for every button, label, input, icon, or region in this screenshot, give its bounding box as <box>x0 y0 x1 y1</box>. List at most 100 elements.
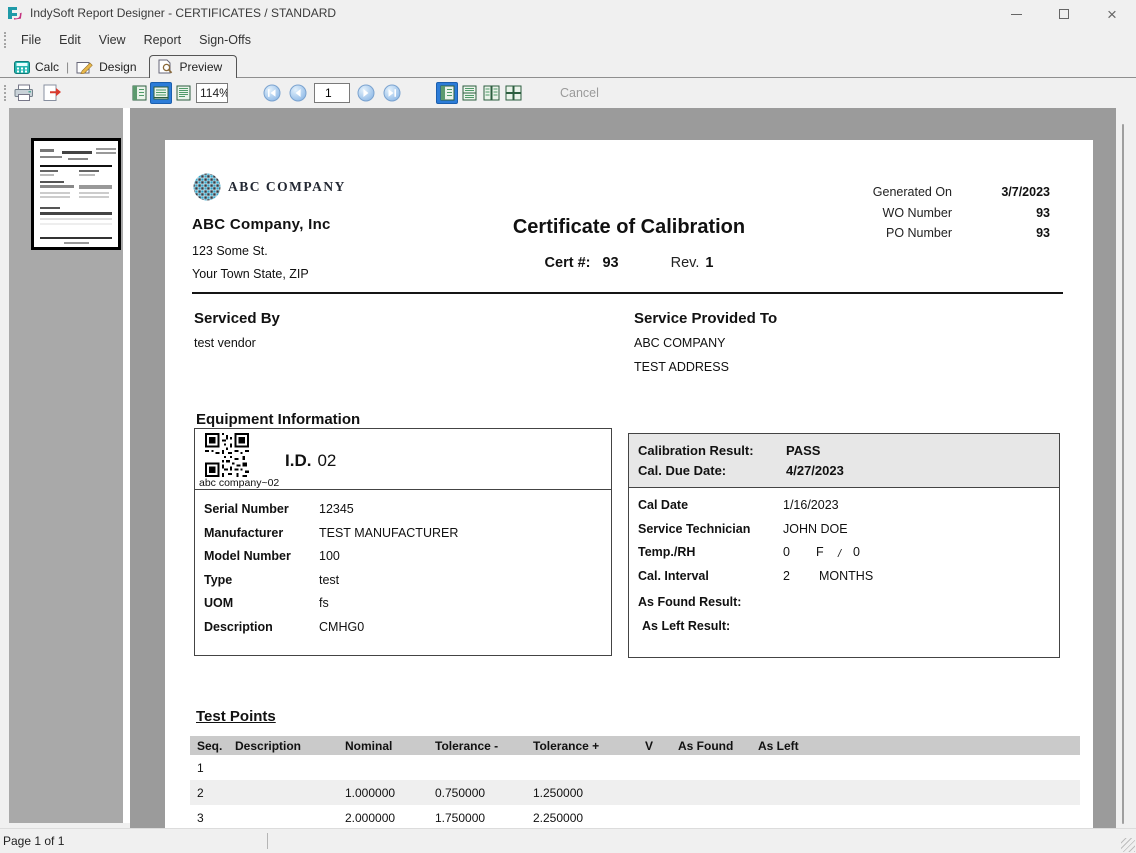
cancel-button[interactable]: Cancel <box>560 86 599 100</box>
statusbar-divider <box>267 833 268 849</box>
menu-grip[interactable] <box>3 32 6 48</box>
tab-preview[interactable]: Preview <box>149 55 238 78</box>
preview-toolbar: 114% Cancel <box>0 78 1136 108</box>
thumbnail-content <box>64 242 89 244</box>
calibration-field-row: As Left Result: <box>638 615 1059 639</box>
layout-multiple-pages-button[interactable] <box>502 82 524 104</box>
calibration-box: Calibration Result:PASS Cal. Due Date:4/… <box>628 433 1060 658</box>
id-label: I.D. <box>285 451 311 470</box>
field-label: Model Number <box>204 545 319 569</box>
rev-label: Rev. <box>671 255 700 271</box>
cell-seq: 2 <box>190 786 235 800</box>
calibration-field-row: Service TechnicianJOHN DOE <box>638 518 1059 542</box>
vertical-scrollbar-thumb[interactable] <box>1122 124 1124 824</box>
prev-page-button[interactable] <box>286 81 310 105</box>
menu-sign-offs[interactable]: Sign-Offs <box>190 33 260 47</box>
meta-row: WO Number93 <box>873 203 1050 224</box>
po-number-value: 93 <box>952 223 1050 244</box>
menu-file[interactable]: File <box>12 33 50 47</box>
zoom-percent-field[interactable]: 114% <box>196 83 228 103</box>
calibration-field-row: Cal. Interval2MONTHS <box>638 565 1059 589</box>
layout-facing-pages-icon <box>483 85 500 101</box>
resize-grip[interactable] <box>1121 838 1135 852</box>
field-value: 12345 <box>319 498 354 522</box>
calibration-result-value: PASS <box>786 441 820 461</box>
as-found-result-label: As Found Result: <box>638 591 783 615</box>
thumbnail-content <box>40 181 64 183</box>
equipment-field-row: UOMfs <box>204 592 611 616</box>
generated-on-value: 3/7/2023 <box>952 182 1050 203</box>
field-value: CMHG0 <box>319 616 364 640</box>
page-number-input[interactable] <box>314 83 350 103</box>
print-button[interactable] <box>12 81 36 105</box>
vertical-scrollbar[interactable] <box>1116 108 1136 828</box>
menu-view[interactable]: View <box>90 33 135 47</box>
thumbnail-content <box>40 174 54 176</box>
header-rule <box>192 292 1063 294</box>
menu-report[interactable]: Report <box>135 33 191 47</box>
menu-edit[interactable]: Edit <box>50 33 90 47</box>
calibration-field-row: As Found Result: <box>638 591 1059 615</box>
cell-tolerance-plus: 1.250000 <box>533 786 645 800</box>
page-thumbnail[interactable] <box>31 138 121 250</box>
calibration-result-header: Calibration Result:PASS Cal. Due Date:4/… <box>629 434 1059 488</box>
preview-main-area: ABC COMPANY ABC Company, Inc 123 Some St… <box>0 108 1136 828</box>
cell-tolerance-plus: 2.250000 <box>533 811 645 825</box>
interval-value: 2 <box>783 565 819 589</box>
thumbnail-content <box>40 223 112 225</box>
thumbnail-scrollbar[interactable] <box>123 108 130 823</box>
tab-design-label: Design <box>99 60 136 74</box>
field-value: TEST MANUFACTURER <box>319 522 458 546</box>
maximize-button[interactable] <box>1040 0 1088 28</box>
calculator-icon <box>14 61 30 74</box>
zoom-text-width-button[interactable] <box>172 82 194 104</box>
thumbnail-content <box>40 207 60 209</box>
close-button[interactable]: × <box>1088 0 1136 28</box>
status-bar: Page 1 of 1 <box>0 828 1136 853</box>
cell-seq: 3 <box>190 811 235 825</box>
col-tolerance-minus: Tolerance - <box>435 739 533 753</box>
service-provided-to-line2: TEST ADDRESS <box>634 360 777 375</box>
next-page-button[interactable] <box>354 81 378 105</box>
wo-number-label: WO Number <box>883 203 952 224</box>
thumbnail-content <box>40 196 70 198</box>
cert-number-value: 93 <box>602 255 618 271</box>
last-page-button[interactable] <box>380 81 404 105</box>
zoom-whole-page-button[interactable] <box>128 82 150 104</box>
field-label: Service Technician <box>638 518 783 542</box>
test-points-header-row: Seq. Description Nominal Tolerance - Tol… <box>190 736 1080 755</box>
as-left-result-label: As Left Result: <box>638 615 783 639</box>
nav-prev-icon <box>289 84 307 102</box>
first-page-button[interactable] <box>260 81 284 105</box>
rh-value: 0 <box>853 541 860 565</box>
thumbnail-content <box>40 156 62 158</box>
thumbnail-content <box>40 165 112 167</box>
certificate-page: ABC COMPANY ABC Company, Inc 123 Some St… <box>165 140 1093 828</box>
thumbnail-content <box>40 218 112 220</box>
close-icon: × <box>1107 6 1117 23</box>
thumbnail-content <box>40 170 58 172</box>
thumbnail-content <box>96 152 116 154</box>
col-as-found: As Found <box>678 739 758 753</box>
field-label: UOM <box>204 592 319 616</box>
zoom-page-width-button[interactable] <box>150 82 172 104</box>
cal-due-date-label: Cal. Due Date: <box>638 461 786 481</box>
service-provided-to-heading: Service Provided To <box>634 310 777 327</box>
layout-continuous-button[interactable] <box>458 82 480 104</box>
preview-viewport: ABC COMPANY ABC Company, Inc 123 Some St… <box>130 108 1116 828</box>
layout-facing-pages-button[interactable] <box>480 82 502 104</box>
menu-bar: File Edit View Report Sign-Offs <box>0 26 1136 54</box>
export-button[interactable] <box>40 81 64 105</box>
tab-design[interactable]: Design <box>70 58 142 77</box>
toolbar-grip[interactable] <box>3 85 6 101</box>
thumbnail-content <box>79 174 95 176</box>
tab-calc[interactable]: Calc <box>8 58 65 77</box>
temp-rh-separator: / <box>838 543 853 567</box>
equipment-field-row: Model Number100 <box>204 545 611 569</box>
minimize-button[interactable] <box>992 0 1040 28</box>
company-logo: ABC COMPANY <box>192 172 346 202</box>
cell-tolerance-minus: 1.750000 <box>435 811 533 825</box>
logo-text: ABC COMPANY <box>228 179 346 195</box>
layout-single-page-button[interactable] <box>436 82 458 104</box>
temp-unit: F <box>816 541 838 565</box>
